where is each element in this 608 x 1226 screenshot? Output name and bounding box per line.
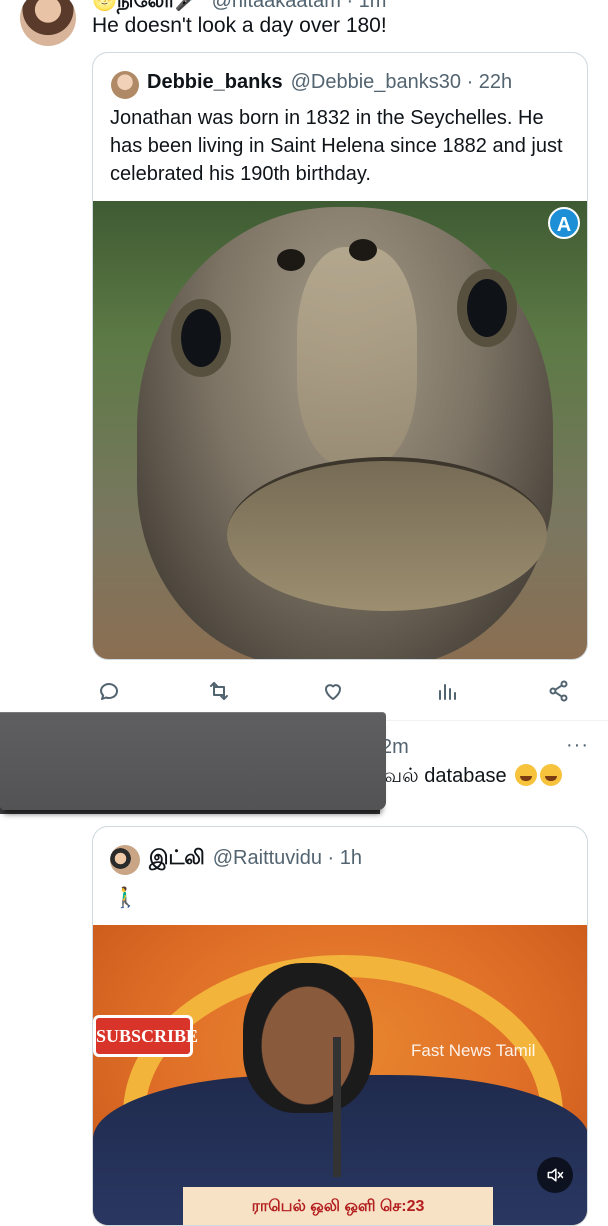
display-name[interactable]: 🌝நிலோ🎤 [92,0,200,12]
quoted-display-name: Debbie_banks [147,71,283,93]
quoted-text: 🚶‍♂️ [113,887,138,909]
subscribe-badge: SUBSCRIBE [93,1015,198,1057]
tortoise-head [137,207,553,659]
translate-badge-icon[interactable]: A [548,207,580,239]
video-thumbnail[interactable]: SUBSCRIBE Fast News Tamil ராபெல் ஒலி ஒளி… [93,925,587,1225]
podium-banner: ராபெல் ஒலி ஒளி செ:23 [183,1187,493,1225]
reply-icon[interactable] [92,674,126,708]
watermark: Fast News Tamil [411,1041,536,1060]
quoted-tweet-card[interactable]: இட்லி @Raittuvidu · 1h 🚶‍♂️ SUBSCRIBE Fas… [92,826,588,1226]
handle-time: @nitaakaatam · 1m [211,0,387,12]
tweet-text: He doesn't look a day over 180! [92,14,387,37]
quoted-header: இட்லி @Raittuvidu · 1h [149,847,362,872]
nostril [349,239,377,261]
quoted-handle-time: @Raittuvidu · 1h [212,847,363,869]
tweet-action-bar [92,674,572,708]
tweet-author[interactable]: 🌝நிலோ🎤 @nitaakaatam · 1m [92,0,386,15]
laughing-emoji-icon [515,764,538,786]
rofl-emoji-icon [540,764,563,786]
quoted-display-name: இட்லி [149,847,205,869]
tweet-text-content: வல் database [383,765,507,787]
tweet-text: வல் database [383,764,563,790]
quoted-tweet-card[interactable]: Debbie_banks @Debbie_banks30 · 22h Jonath… [92,52,588,660]
redaction-overlay [0,712,386,810]
tortoise-nose [297,247,417,467]
tortoise-mouth [227,457,547,611]
speaker-head [243,963,373,1113]
tortoise-eye [181,309,221,367]
mute-icon[interactable] [537,1157,573,1193]
retweet-icon[interactable] [202,674,236,708]
more-options-icon[interactable]: ··· [566,0,589,9]
heart-icon[interactable] [316,674,350,708]
tortoise-photo[interactable]: A [93,201,587,659]
quoted-header: Debbie_banks @Debbie_banks30 · 22h [147,71,512,94]
nostril [277,249,305,271]
quoted-text: Jonathan was born in 1832 in the Seychel… [110,107,563,185]
views-icon[interactable] [430,674,464,708]
quoted-avatar [111,71,139,99]
tortoise-eye [467,279,507,337]
avatar[interactable] [20,0,76,46]
quoted-handle-time: @Debbie_banks30 · 22h [290,71,513,93]
more-options-icon[interactable]: ··· [566,734,589,757]
microphone [333,1037,341,1177]
quoted-avatar [110,845,140,875]
share-icon[interactable] [542,674,576,708]
